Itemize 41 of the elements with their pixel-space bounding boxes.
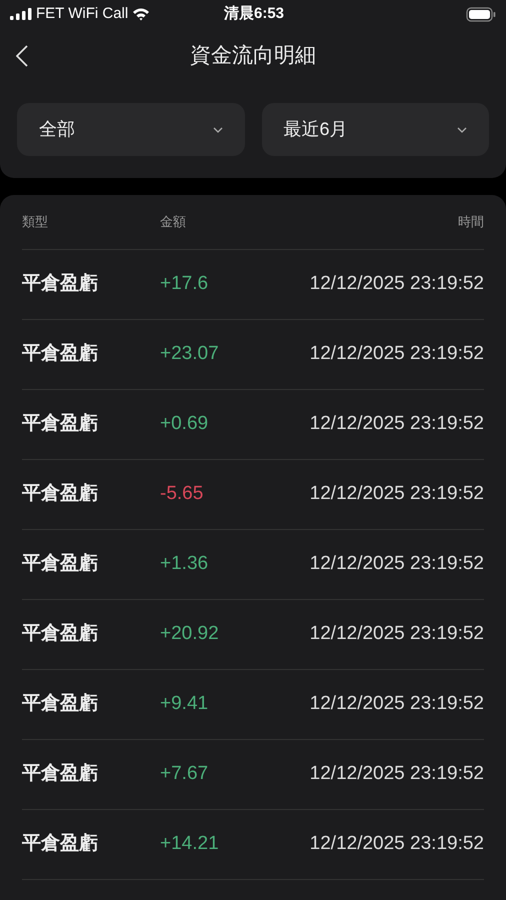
amount-cell-text: +14.21 — [160, 832, 220, 856]
amount-cell-text: +23.07 — [160, 342, 220, 366]
table-cell-text: 平倉盈虧 — [22, 272, 99, 296]
amount-cell-text: +7.67 — [160, 762, 210, 786]
time-cell-text: 12/12/2025 23:19:52 — [310, 552, 484, 576]
table-cell-text: 平倉盈虧 — [22, 412, 99, 436]
amount-cell-text: +1.36 — [160, 552, 210, 576]
amount-cell-text: +9.41 — [160, 692, 210, 716]
column-header: 類型 — [22, 213, 49, 232]
table-cell-text: 平倉盈虧 — [22, 832, 99, 856]
amount-cell-text: +17.6 — [160, 272, 210, 296]
chevron-down-icon — [457, 126, 467, 132]
signal-icon — [10, 8, 32, 20]
time-cell-text: 12/12/2025 23:19:52 — [310, 622, 484, 646]
table-cell-text: 平倉盈虧 — [22, 552, 99, 576]
back-icon — [16, 45, 28, 67]
time-cell-text: 12/12/2025 23:19:52 — [310, 272, 484, 296]
amount-cell-text: +0.69 — [160, 412, 210, 436]
table-cell-text: 平倉盈虧 — [22, 622, 99, 646]
table-cell-text: 平倉盈虧 — [22, 342, 99, 366]
amount-cell-text: -5.65 — [160, 482, 204, 506]
time-cell-text: 12/12/2025 23:19:52 — [310, 482, 484, 506]
chevron-down-icon — [212, 126, 222, 132]
column-header: 金額 — [160, 213, 187, 232]
time-cell-text: 12/12/2025 23:19:52 — [310, 762, 484, 786]
wifi-icon — [132, 7, 150, 21]
page-title: 資金流向明細 — [190, 43, 316, 70]
amount-cell-text: +20.92 — [160, 622, 220, 646]
time-cell-text: 12/12/2025 23:19:52 — [310, 412, 484, 436]
clock: 清晨6:53 — [224, 4, 284, 24]
battery-icon — [466, 6, 496, 22]
filter-dropdown[interactable]: 全部 — [17, 103, 244, 156]
table-cell-text: 平倉盈虧 — [22, 692, 99, 716]
time-cell-text: 12/12/2025 23:19:52 — [310, 832, 484, 856]
table-cell-text: 平倉盈虧 — [22, 482, 99, 506]
column-header: 時間 — [458, 213, 484, 232]
carrier-name: FET WiFi Call — [36, 4, 128, 24]
table-cell-text: 平倉盈虧 — [22, 762, 99, 786]
filter-dropdown[interactable]: 最近6月 — [262, 103, 489, 156]
time-cell-text: 12/12/2025 23:19:52 — [310, 692, 484, 716]
time-cell-text: 12/12/2025 23:19:52 — [310, 342, 484, 366]
